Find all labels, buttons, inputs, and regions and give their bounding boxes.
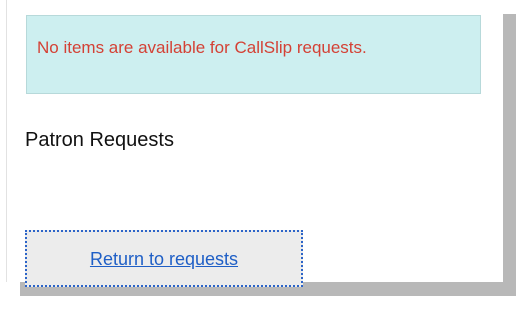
return-to-requests-button[interactable]: Return to requests [25,230,303,287]
notice-message-box: No items are available for CallSlip requ… [26,15,481,94]
request-panel: No items are available for CallSlip requ… [6,0,503,287]
page-title: Patron Requests [25,129,174,151]
notice-message: No items are available for CallSlip requ… [37,38,367,57]
return-to-requests-link[interactable]: Return to requests [90,248,238,270]
